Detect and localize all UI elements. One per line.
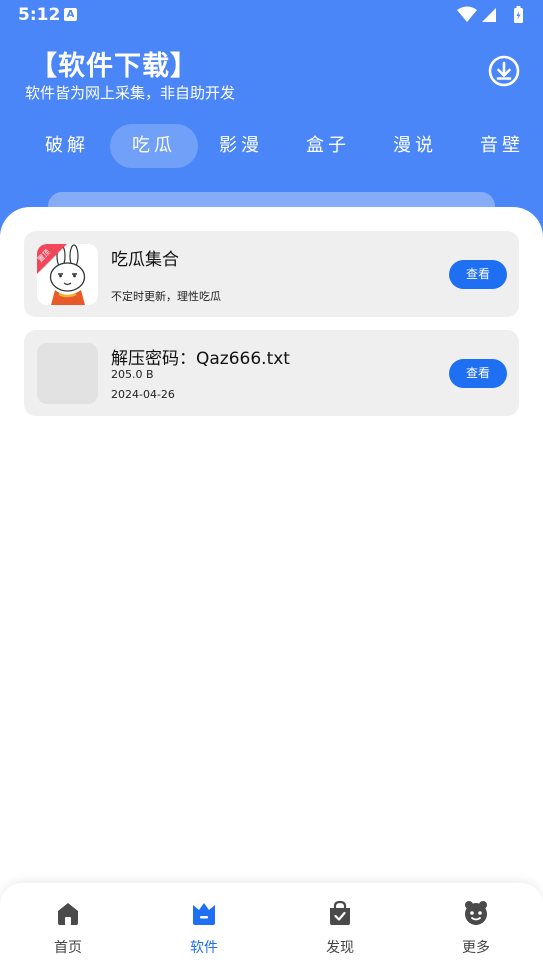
page-subtitle: 软件皆为网上采集，非自助开发 [25,84,236,102]
status-time: 5:12 [18,5,61,25]
file-size: 205.0 B [111,368,154,381]
page-title: 【软件下载】 [30,51,198,82]
tab-hezi[interactable]: 盒子 [284,124,372,168]
card-description: 不定时更新，理性吃瓜 [111,290,221,303]
wifi-icon [457,6,477,22]
nav-discover[interactable]: 发现 [272,883,408,967]
nav-software[interactable]: 软件 [136,883,272,967]
file-thumbnail [37,343,98,404]
nav-home[interactable]: 首页 [0,883,136,967]
content-panel: 置顶 吃瓜集合 不定时更新，理性吃瓜 查看 解压密码：Qaz666.txt 20… [0,207,543,967]
bottom-nav: 首页 软件 发现 更多 [0,883,543,967]
view-button[interactable]: 查看 [449,260,507,289]
tab-yingman[interactable]: 影漫 [197,124,285,168]
tab-manshuo[interactable]: 漫说 [371,124,459,168]
file-date: 2024-04-26 [111,388,175,401]
battery-icon [514,6,523,23]
signal-icon [482,8,496,22]
nav-discover-label: 发现 [326,940,354,956]
notification-icon: A [64,8,77,21]
software-icon [193,903,215,925]
list-item[interactable]: 置顶 吃瓜集合 不定时更新，理性吃瓜 查看 [24,231,519,317]
shopping-bag-icon [330,900,350,925]
nav-software-label: 软件 [190,940,218,956]
tab-yinbi[interactable]: 音壁 [458,124,543,168]
nav-more-label: 更多 [462,940,490,956]
list-item[interactable]: 解压密码：Qaz666.txt 205.0 B 2024-04-26 查看 [24,330,519,416]
tab-chigua[interactable]: 吃瓜 [110,124,198,168]
nav-more[interactable]: 更多 [408,883,543,967]
nav-home-label: 首页 [54,940,82,956]
status-icons [457,6,523,23]
status-bar: 5:12 A [0,0,543,30]
category-tabs: 破解 吃瓜 影漫 盒子 漫说 音壁 [0,124,543,168]
download-icon[interactable] [487,54,521,88]
card-title: 吃瓜集合 [111,250,179,270]
home-icon [58,903,78,925]
view-button[interactable]: 查看 [449,359,507,388]
card-title: 解压密码：Qaz666.txt [111,349,290,369]
app-thumbnail: 置顶 [37,244,98,305]
tab-pojie[interactable]: 破解 [23,124,111,168]
more-icon [465,901,487,925]
